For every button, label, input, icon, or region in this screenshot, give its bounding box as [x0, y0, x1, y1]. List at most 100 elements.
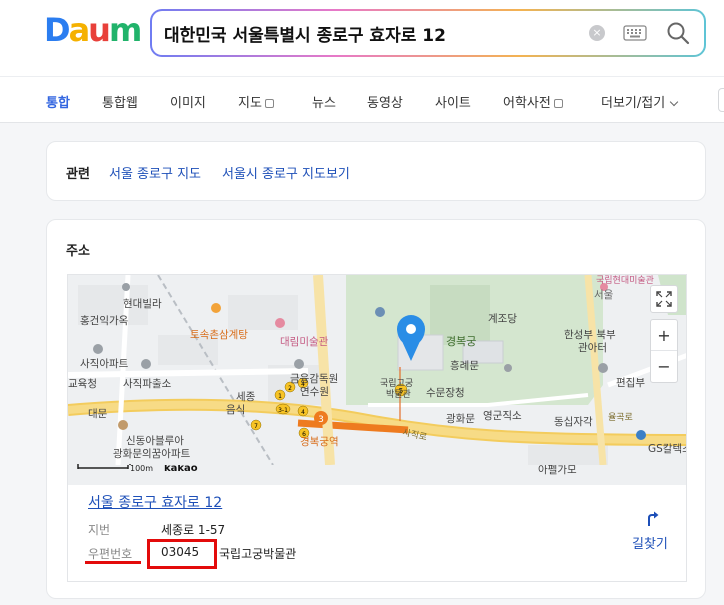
postal-highlight-box — [147, 539, 217, 569]
zoom-out-button[interactable]: − — [651, 351, 677, 382]
map-label: 한성부 북부 — [564, 329, 616, 341]
tab-news[interactable]: 뉴스 — [312, 92, 336, 111]
related-title: 관련 — [66, 167, 90, 182]
map-label: 경복궁역 — [300, 435, 339, 448]
tab-label: 이미지 — [170, 96, 206, 111]
tab-web[interactable]: 통합웹 — [102, 92, 138, 111]
svg-text:1: 1 — [278, 393, 282, 400]
map-label: 대림미술관 — [280, 336, 329, 348]
external-link-icon — [264, 99, 274, 108]
clear-icon[interactable]: × — [589, 25, 605, 41]
tab-label: 동영상 — [367, 96, 403, 111]
logo-letter-d: D — [44, 11, 71, 49]
logo-letter-a: a — [68, 11, 91, 49]
map-label: 편집부 — [616, 376, 645, 389]
map-label: 수문장청 — [426, 387, 465, 399]
tab-label: 통합 — [46, 96, 70, 111]
related-link-jongno-map[interactable]: 서울 종로구 지도 — [109, 163, 201, 182]
map-label: 서울 — [594, 289, 614, 301]
map-label: 국립현대미술관 — [596, 275, 654, 286]
related-card: 관련 서울 종로구 지도 서울시 종로구 지도보기 — [46, 141, 706, 201]
jibun-label: 지번 — [88, 523, 111, 537]
tab-map[interactable]: 지도 — [238, 92, 274, 111]
tab-label: 더보기/접기 — [601, 96, 666, 111]
map-label: 계조당 — [488, 313, 517, 325]
map-label: 현대빌라 — [123, 298, 162, 310]
tab-site[interactable]: 사이트 — [435, 92, 471, 111]
logo-letter-u: u — [88, 11, 111, 49]
map-label: 율곡로 — [608, 412, 633, 423]
map-label: 광화문의꿈아파트 — [113, 448, 191, 460]
tab-video[interactable]: 동영상 — [367, 92, 403, 111]
daum-logo[interactable]: D a u m — [44, 11, 142, 49]
tab-total[interactable]: 통합 — [46, 92, 70, 111]
related-link-jongno-mapview[interactable]: 서울시 종로구 지도보기 — [222, 163, 350, 182]
map-label: 동십자각 — [554, 416, 593, 428]
map-label: 경복궁 — [446, 335, 476, 348]
svg-text:7: 7 — [254, 423, 258, 430]
map-canvas-bottom: 100m kakao 아펠가모 — [68, 465, 686, 485]
map-label: 아펠가모 — [538, 465, 577, 476]
tab-scroll-edge[interactable] — [718, 88, 724, 112]
city-block — [228, 295, 298, 330]
tab-label: 뉴스 — [312, 96, 336, 111]
scale-label: 100m — [130, 465, 153, 473]
map-label: 박물관 — [386, 389, 411, 400]
building-name: 국립고궁박물관 — [219, 547, 297, 561]
map-label: 관아터 — [578, 342, 607, 354]
logo-letter-m: m — [108, 11, 142, 49]
tab-image[interactable]: 이미지 — [170, 92, 206, 111]
map-label: 국립고궁 — [380, 378, 413, 389]
map-label: 대문 — [88, 408, 108, 420]
map-label: 음식 — [226, 404, 245, 416]
map-label: 광화문 — [446, 413, 475, 425]
directions-button[interactable]: 길찾기 — [632, 533, 668, 552]
tab-label: 지도 — [238, 96, 262, 111]
map-label: 영군직소 — [483, 410, 522, 422]
postal-label: 우편번호 — [88, 547, 133, 561]
tab-dictionary[interactable]: 어학사전 — [503, 92, 563, 111]
fullscreen-button[interactable] — [650, 285, 678, 313]
chevron-down-icon — [669, 97, 679, 107]
fullscreen-icon — [656, 291, 672, 307]
map-label: 토속촌삼계탕 — [190, 329, 248, 341]
side-road — [68, 368, 309, 378]
map-label: 세종 — [236, 391, 256, 403]
map-label: 사직아파트 — [80, 358, 129, 370]
city-block — [528, 445, 608, 465]
tab-label: 어학사전 — [503, 96, 551, 111]
map-label: 사직파출소 — [123, 378, 172, 390]
svg-text:3-1: 3-1 — [278, 407, 288, 414]
svg-text:4: 4 — [301, 409, 305, 416]
map-label: 금융감독원 — [290, 373, 338, 385]
search-box: × — [150, 9, 706, 57]
zoom-in-button[interactable]: + — [651, 320, 677, 351]
map-label: 교육청 — [68, 378, 97, 390]
kakao-logo: kakao — [164, 465, 198, 474]
header: D a u m × — [0, 0, 724, 76]
postal-highlight-underline — [85, 561, 141, 564]
map-view[interactable]: 2 4 1 3-1 4 7 6 5 3 현대빌라 홍건익가옥 토속촌삼계탕 대림… — [67, 274, 687, 582]
map-label: GS칼텍스 — [648, 442, 687, 455]
jibun-value: 세종로 1-57 — [161, 523, 226, 537]
keyboard-icon[interactable] — [623, 25, 647, 41]
tab-label: 통합웹 — [102, 96, 138, 111]
place-name-link[interactable]: 서울 종로구 효자로 12 — [88, 492, 222, 512]
search-tabs: 통합 통합웹 이미지 지도 뉴스 동영상 사이트 어학사전 더보기/접기 — [0, 76, 724, 123]
directions-icon[interactable] — [645, 511, 659, 527]
map-canvas[interactable]: 2 4 1 3-1 4 7 6 5 3 현대빌라 홍건익가옥 토속촌삼계탕 대림… — [68, 275, 687, 465]
address-title: 주소 — [66, 244, 90, 259]
external-link-icon — [553, 99, 563, 108]
zoom-control: + − — [650, 319, 678, 383]
svg-text:2: 2 — [288, 385, 292, 392]
tab-more[interactable]: 더보기/접기 — [601, 92, 679, 111]
map-label: 신동아블루아 — [126, 435, 184, 447]
search-input[interactable] — [164, 11, 584, 55]
map-label: 연수원 — [300, 386, 329, 398]
tab-label: 사이트 — [435, 96, 471, 111]
map-label: 흥례문 — [450, 359, 479, 372]
svg-text:3: 3 — [318, 415, 324, 425]
address-card: 주소 2 4 1 3-1 4 7 6 5 3 현대빌라 홍건익가옥 토속촌삼계탕… — [46, 219, 706, 599]
map-label: 홍건익가옥 — [80, 314, 129, 327]
search-icon[interactable] — [666, 21, 690, 45]
